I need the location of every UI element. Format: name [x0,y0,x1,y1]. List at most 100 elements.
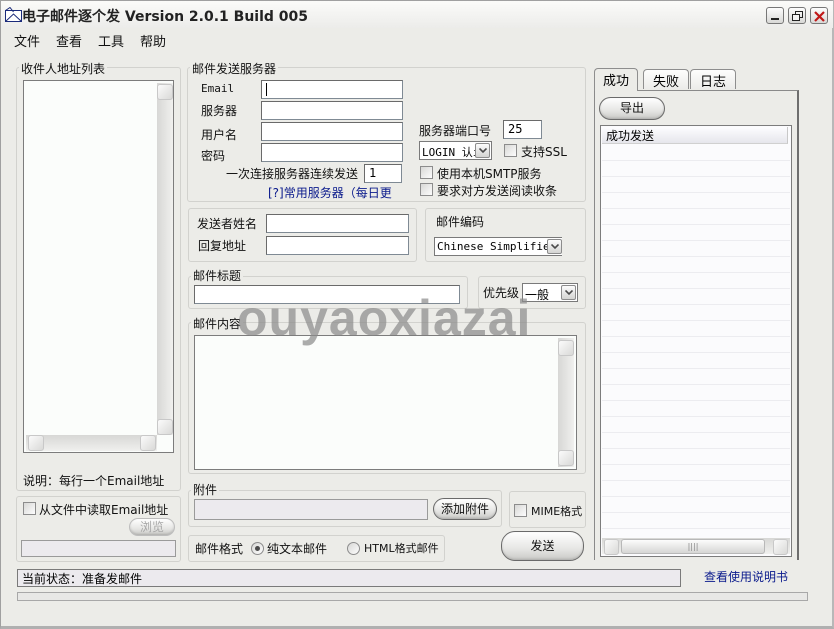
password-input[interactable] [261,143,403,162]
email-label: Email [201,82,235,95]
sender-name-input[interactable] [266,214,409,233]
tab-log[interactable]: 日志 [690,69,736,90]
html-format-radio[interactable] [347,542,360,555]
local-smtp-label: 使用本机SMTP服务 [437,167,542,181]
close-button[interactable] [810,7,828,24]
recipient-list[interactable] [23,80,174,453]
common-servers-link[interactable]: [?]常用服务器（每日更 [268,184,392,201]
auth-select-dropdown-icon[interactable] [475,143,490,158]
menu-bar: 文件 查看 工具 帮助 [4,29,172,51]
success-list-scroll-right[interactable] [773,539,788,555]
encoding-select[interactable]: Chinese Simplified [434,237,562,256]
read-receipt-checkbox[interactable] [420,183,433,196]
body-scroll-up[interactable] [558,340,574,356]
menu-help[interactable]: 帮助 [130,29,172,51]
minimize-button[interactable] [766,7,784,24]
read-from-file-checkbox[interactable] [23,502,36,515]
body-scroll-down[interactable] [558,450,574,466]
success-list-scroll-left[interactable] [604,539,619,555]
view-manual-link[interactable]: 查看使用说明书 [704,568,788,585]
local-smtp-checkbox[interactable] [420,166,433,179]
send-button[interactable]: 发送 [501,531,584,561]
mime-group: MIME格式 [509,491,586,528]
recipients-group: 收件人地址列表 说明：每行一个Email地址 [16,60,181,491]
subject-group: 邮件标题 [188,267,468,309]
mime-label: MIME格式 [531,505,583,518]
plain-text-radio[interactable] [251,542,264,555]
sender-name-label: 发送者姓名 [197,217,258,231]
plain-text-label: 纯文本邮件 [267,542,328,556]
restore-button[interactable] [788,7,806,24]
username-input[interactable] [261,122,403,141]
priority-group: 优先级 一般 [478,276,586,309]
encoding-group: 邮件编码 Chinese Simplified [425,208,586,262]
recipient-list-vscrollbar[interactable] [157,83,173,435]
attachment-label: 附件 [191,481,220,498]
ssl-checkbox[interactable] [504,144,517,157]
progress-bar [17,592,808,601]
recipient-list-scroll-left[interactable] [28,435,44,451]
tab-failed[interactable]: 失败 [643,69,689,90]
reply-address-input[interactable] [266,236,409,255]
window-title: 电子邮件逐个发 Version 2.0.1 Build 005 [22,9,309,25]
consecutive-send-label: 一次连接服务器连续发送 [226,167,359,181]
encoding-dropdown-icon[interactable] [547,239,562,254]
body-group: 邮件内容 [188,315,586,474]
success-list-header[interactable]: 成功发送 [602,127,788,144]
read-from-file-label: 从文件中读取Email地址 [39,503,169,517]
read-receipt-label: 要求对方发送阅读收条 [437,184,558,198]
encoding-label: 邮件编码 [436,215,485,229]
body-vscrollbar[interactable] [558,338,574,467]
subject-input[interactable] [194,285,460,304]
port-label: 服务器端口号 [419,124,492,138]
server-group: 邮件发送服务器 Email 服务器 用户名 密码 一次连接服务器连续发送 1 [… [187,60,586,202]
recipient-list-scroll-down[interactable] [157,419,173,435]
port-input[interactable]: 25 [503,120,542,139]
attachment-group: 附件 添加附件 [188,481,502,527]
priority-dropdown-icon[interactable] [561,285,576,300]
minimize-icon [771,18,779,20]
server-input[interactable] [261,101,403,120]
consecutive-send-input[interactable]: 1 [364,164,402,183]
restore-icon [792,11,803,21]
attachment-path-field[interactable] [194,499,428,520]
recipient-list-scroll-right[interactable] [140,435,156,451]
success-list[interactable]: 成功发送 |||| [600,125,792,557]
server-group-label: 邮件发送服务器 [190,60,279,77]
success-list-body [602,145,790,537]
title-bar: 电子邮件逐个发 Version 2.0.1 Build 005 [1,1,833,28]
status-field: 当前状态：准备发邮件 [17,569,681,587]
body-label: 邮件内容 [191,315,244,332]
read-from-file-group: 从文件中读取Email地址 浏览 [16,496,181,562]
text-caret [266,83,267,96]
reply-address-label: 回复地址 [198,239,247,253]
mime-checkbox[interactable] [514,504,527,517]
results-tab-panel: 导出 成功发送 |||| [594,90,799,560]
menu-file[interactable]: 文件 [4,29,46,51]
close-icon [814,11,825,22]
recipient-list-hscrollbar[interactable] [26,435,157,451]
format-group: 邮件格式 纯文本邮件 HTML格式邮件 [188,535,445,562]
priority-select[interactable]: 一般 [522,283,578,302]
add-attachment-button[interactable]: 添加附件 [433,498,497,520]
body-textarea[interactable] [194,335,577,470]
tab-success[interactable]: 成功 [594,68,638,91]
auth-select[interactable]: LOGIN 认i [419,141,492,160]
recipients-note: 说明：每行一个Email地址 [23,474,165,488]
email-input[interactable] [261,80,403,99]
success-list-hscroll-thumb[interactable]: |||| [621,539,765,554]
subject-label: 邮件标题 [191,267,244,284]
menu-view[interactable]: 查看 [46,29,88,51]
priority-label: 优先级 [483,286,520,300]
html-format-label: HTML格式邮件 [364,542,439,555]
app-window: 电子邮件逐个发 Version 2.0.1 Build 005 文件 查看 工具… [0,0,834,629]
server-label: 服务器 [201,104,238,118]
username-label: 用户名 [201,128,238,142]
file-path-field[interactable] [21,540,176,557]
menu-tools[interactable]: 工具 [88,29,130,51]
envelope-icon [5,6,22,22]
export-button[interactable]: 导出 [599,97,665,120]
recipients-group-label: 收件人地址列表 [19,60,108,77]
browse-button[interactable]: 浏览 [129,518,175,536]
recipient-list-scroll-up[interactable] [157,84,173,100]
